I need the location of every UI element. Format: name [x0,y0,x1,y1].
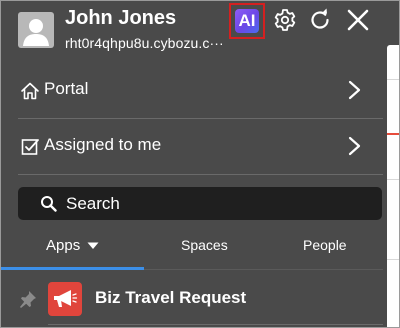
user-domain: rht0r4qhpu8u.cybozu.c··· [65,35,224,51]
tab-apps[interactable]: Apps [46,237,80,267]
nav-label-portal: Portal [44,79,89,98]
megaphone-icon [54,290,78,307]
search-icon [41,196,57,212]
avatar[interactable] [18,12,54,48]
caret-down-icon[interactable] [87,241,99,251]
list-item[interactable]: Biz Travel Request [1,277,383,321]
edge-line [387,259,399,260]
divider [18,174,383,175]
search-label: Search [66,194,120,213]
divider [48,324,383,325]
chevron-right-icon [348,136,361,156]
tab-spaces[interactable]: Spaces [181,237,228,267]
tab-people[interactable]: People [303,237,347,267]
close-icon[interactable] [345,7,371,33]
side-panel: John Jones rht0r4qhpu8u.cybozu.c··· AI P… [1,1,383,327]
home-icon [21,82,39,100]
app-frame: John Jones rht0r4qhpu8u.cybozu.c··· AI P… [0,0,400,328]
chevron-right-icon [348,80,361,100]
edge-line [387,179,399,180]
search-button[interactable]: Search [18,187,382,220]
nav-label-assigned: Assigned to me [44,135,162,154]
checkbox-icon [21,139,39,155]
app-icon [48,282,82,316]
active-tab-indicator [1,267,144,270]
nav-item-assigned-to-me[interactable]: Assigned to me [1,119,383,175]
pin-icon[interactable] [18,289,38,309]
edge-accent-line [387,133,399,135]
gear-icon[interactable] [272,7,298,33]
ai-icon: AI [235,9,259,33]
refresh-icon[interactable] [307,7,333,33]
user-avatar-icon [23,19,49,46]
background-page-edge [387,45,399,327]
ai-button[interactable]: AI [229,3,265,39]
user-name: John Jones [65,7,177,29]
nav-item-portal[interactable]: Portal [1,63,383,119]
edge-line [387,79,399,80]
app-label: Biz Travel Request [95,288,247,307]
